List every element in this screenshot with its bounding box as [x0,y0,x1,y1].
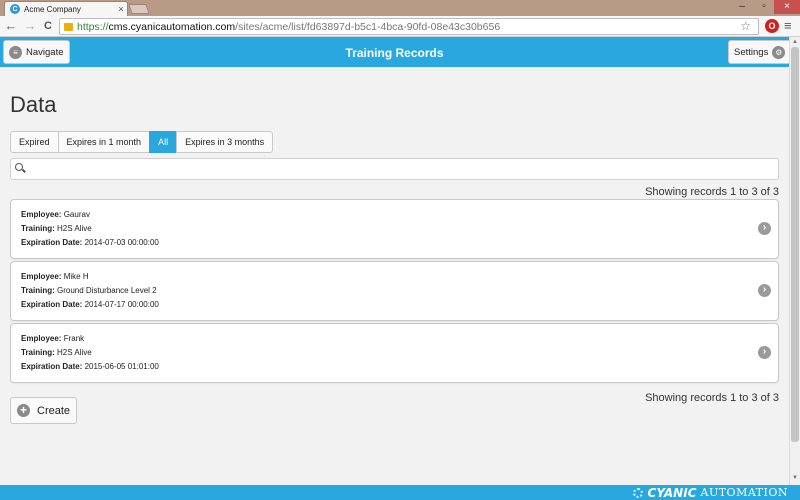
record-training: Training: Ground Disturbance Level 2 [21,284,778,298]
lock-icon [64,22,73,31]
address-bar[interactable]: https:// cms.cyanicautomation.com /sites… [59,18,759,35]
create-label: Create [37,404,71,417]
record-employee: Employee: Gaurav [21,208,778,222]
browser-toolbar: ← → C https:// cms.cyanicautomation.com … [0,16,800,37]
search-box [10,158,779,180]
chevron-right-icon[interactable]: › [758,346,771,359]
record-count-top: Showing records 1 to 3 of 3 [645,186,779,198]
tab-title: Acme Company [24,4,81,14]
training-label: Training: [21,348,55,357]
filter-expires-3-months[interactable]: Expires in 3 months [176,131,274,153]
brand-logo: CYANIC AUTOMATION [632,485,788,500]
tab-close-icon[interactable]: × [115,4,127,14]
record-item[interactable]: Employee: Gaurav Training: H2S Alive Exp… [10,199,779,259]
new-tab-button[interactable] [128,4,150,14]
training-value: H2S Alive [57,348,92,357]
filter-all[interactable]: All [149,131,177,153]
employee-value: Frank [63,334,85,343]
browser-menu-icon[interactable]: ≡ [784,18,792,33]
filter-expires-1-month[interactable]: Expires in 1 month [57,131,150,153]
window-close-icon[interactable]: × [774,0,800,14]
app-footer: CYANIC AUTOMATION [0,485,800,500]
chevron-right-icon[interactable]: › [758,222,771,235]
brand-name: CYANIC [647,485,697,500]
record-training: Training: H2S Alive [21,346,778,360]
browser-titlebar: C Acme Company × – ▫ × [0,0,800,16]
extension-icon[interactable]: O [765,19,779,33]
training-value: H2S Alive [57,224,92,233]
search-input[interactable] [29,161,769,177]
url-scheme: https:// [77,20,109,33]
browser-tab[interactable]: C Acme Company × [4,1,128,16]
expiration-label: Expiration Date: [21,300,83,309]
scroll-thumb[interactable] [791,47,799,442]
url-path: /sites/acme/list/fd63897d-b5c1-4bca-90fd… [235,20,501,33]
scroll-up-icon[interactable]: ▲ [792,39,798,45]
expiration-label: Expiration Date: [21,362,83,371]
record-training: Training: H2S Alive [21,222,778,236]
record-expiration: Expiration Date: 2014-07-03 00:00:00 [21,236,778,250]
record-expiration: Expiration Date: 2015-06-05 01:01:00 [21,360,778,374]
scroll-down-icon[interactable]: ▼ [792,475,798,481]
record-employee: Employee: Frank [21,332,778,346]
employee-label: Employee: [21,334,62,343]
filter-expired[interactable]: Expired [10,131,58,153]
page-title: Training Records [345,46,444,60]
employee-value: Gaurav [63,210,90,219]
maximize-icon[interactable]: ▫ [752,0,776,14]
forward-icon[interactable]: → [23,19,37,33]
favicon-icon: C [10,4,20,14]
data-heading: Data [10,92,57,117]
expiration-value: 2014-07-03 00:00:00 [84,238,159,247]
back-icon[interactable]: ← [4,19,18,33]
search-icon [15,163,23,171]
chevron-right-icon[interactable]: › [758,284,771,297]
training-value: Ground Disturbance Level 2 [57,286,157,295]
training-label: Training: [21,224,55,233]
expiration-value: 2014-07-17 00:00:00 [84,300,159,309]
reload-icon[interactable]: C [41,19,55,33]
record-employee: Employee: Mike H [21,270,778,284]
employee-label: Employee: [21,210,62,219]
employee-value: Mike H [63,272,89,281]
record-item[interactable]: Employee: Mike H Training: Ground Distur… [10,261,779,321]
filter-group: Expired Expires in 1 month All Expires i… [10,131,274,153]
plus-icon: + [17,404,30,417]
bookmark-star-icon[interactable]: ☆ [740,19,751,33]
expiration-label: Expiration Date: [21,238,83,247]
record-list: Employee: Gaurav Training: H2S Alive Exp… [10,199,779,385]
record-item[interactable]: Employee: Frank Training: H2S Alive Expi… [10,323,779,383]
expiration-value: 2015-06-05 01:01:00 [84,362,159,371]
minimize-icon[interactable]: – [730,0,754,14]
url-host: cms.cyanicautomation.com [108,20,236,33]
employee-label: Employee: [21,272,62,281]
training-label: Training: [21,286,55,295]
create-button[interactable]: + Create [10,397,77,424]
brand-mark-icon [632,487,643,498]
scrollbar[interactable]: ▲ ▼ [789,37,800,485]
brand-subtitle: AUTOMATION [700,486,788,499]
record-count-bottom: Showing records 1 to 3 of 3 [645,392,779,404]
record-expiration: Expiration Date: 2014-07-17 00:00:00 [21,298,778,312]
